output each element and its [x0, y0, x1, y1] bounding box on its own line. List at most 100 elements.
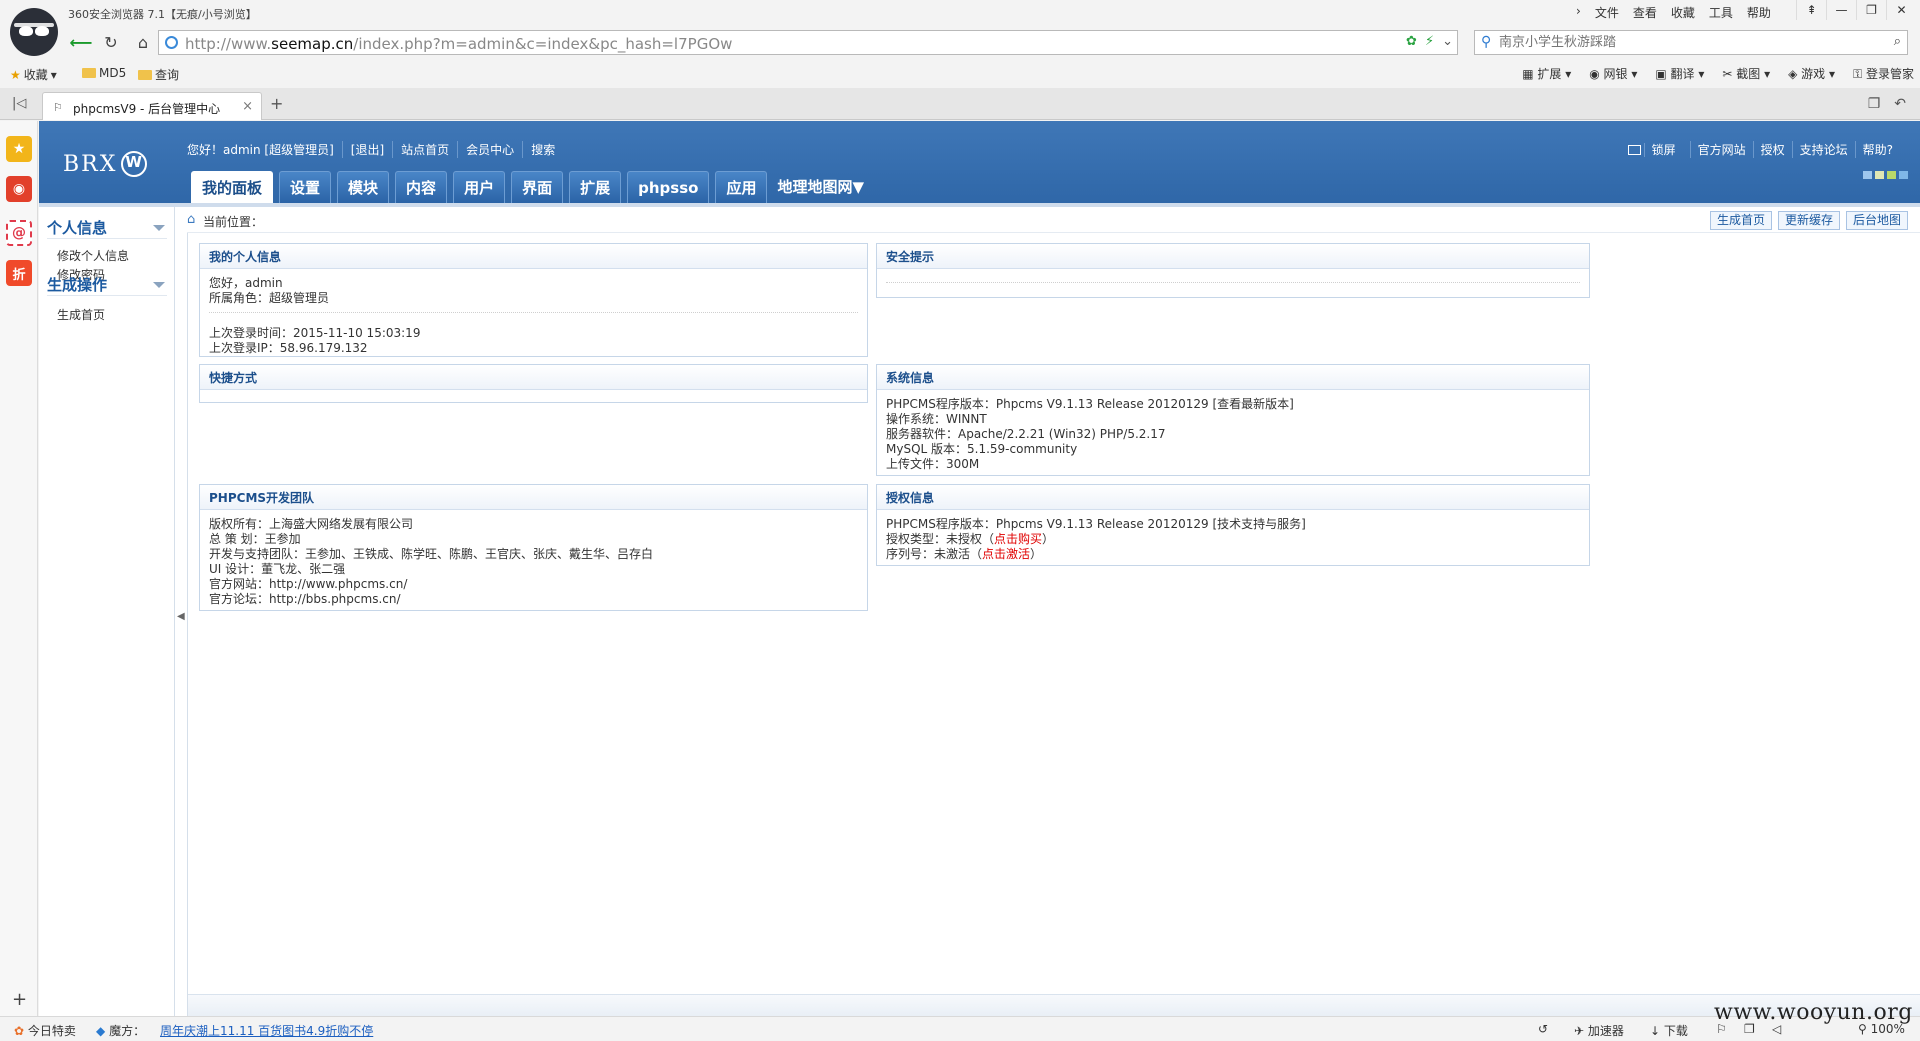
help-link[interactable]: 帮助?	[1854, 141, 1900, 158]
tab-phpcms[interactable]: ⚐ phpcmsV9 - 后台管理中心 ×	[42, 92, 262, 120]
activate-link[interactable]: 点击激活	[982, 547, 1030, 561]
restore-button[interactable]: ❐	[1856, 0, 1886, 20]
home-icon[interactable]: ⌂	[187, 212, 195, 227]
cms-user-links: 您好！admin [超级管理员] [退出] 站点首页 会员中心 搜索	[187, 141, 563, 158]
speed-mode-icon[interactable]: ⚡	[1425, 34, 1434, 49]
mysql-version: MySQL 版本：5.1.59-community	[886, 442, 1078, 456]
daily-deals[interactable]: ✿ 今日特卖	[14, 1022, 76, 1039]
official-forum[interactable]: 官方论坛：http://bbs.phpcms.cn/	[209, 592, 858, 607]
tab-interface[interactable]: 界面	[511, 171, 564, 203]
tab-modules[interactable]: 模块	[337, 171, 390, 203]
menu-view[interactable]: 查看	[1633, 4, 1657, 21]
magic-cube[interactable]: ◆ 魔方：	[96, 1022, 145, 1039]
skin-switcher	[1863, 171, 1908, 179]
menu-help[interactable]: 帮助	[1747, 4, 1771, 21]
bookmark-md5[interactable]: MD5	[82, 66, 126, 80]
accelerator[interactable]: ✈ 加速器	[1574, 1022, 1624, 1039]
ext-translate[interactable]: ▣ 翻译 ▾	[1655, 65, 1704, 82]
ext-login-manager[interactable]: ⚿ 登录管家	[1853, 65, 1914, 82]
browser-logo-icon[interactable]	[10, 8, 58, 56]
skin-swatch[interactable]	[1887, 171, 1896, 179]
ext-extensions[interactable]: ▦ 扩展 ▾	[1522, 65, 1571, 82]
ext-games[interactable]: ◈ 游戏 ▾	[1788, 65, 1835, 82]
tab-extensions[interactable]: 扩展	[569, 171, 622, 203]
new-tab-icon[interactable]: +	[270, 94, 283, 113]
skin-icon[interactable]: ⇞	[1796, 0, 1826, 20]
official-site-link[interactable]: 官方网站	[1689, 141, 1753, 158]
panel-title: 授权信息	[877, 485, 1589, 510]
back-icon[interactable]: ⟵	[70, 31, 93, 53]
admin-map-button[interactable]: 后台地图	[1845, 211, 1908, 230]
tab-settings[interactable]: 设置	[279, 171, 332, 203]
security-shield-icon[interactable]: ✿	[1406, 34, 1417, 49]
add-sidebar-icon[interactable]: +	[12, 989, 27, 1010]
address-url[interactable]: http://www.seemap.cn/index.php?m=admin&c…	[185, 35, 732, 53]
generate-home-button[interactable]: 生成首页	[1709, 211, 1772, 230]
tab-list-icon[interactable]: ❐	[1868, 96, 1881, 112]
official-website[interactable]: 官方网站：http://www.phpcms.cn/	[209, 577, 858, 592]
sidebar-toggle-icon[interactable]: |◁	[12, 96, 26, 111]
logout-link[interactable]: [退出]	[341, 141, 392, 158]
ext-banking[interactable]: ◉ 网银 ▾	[1589, 65, 1637, 82]
search-link[interactable]: 搜索	[522, 141, 563, 158]
minimize-button[interactable]: —	[1826, 0, 1856, 20]
search-input[interactable]	[1499, 33, 1869, 52]
update-cache-button[interactable]: 更新缓存	[1777, 211, 1840, 230]
buy-license-link[interactable]: 点击购买	[994, 532, 1042, 546]
profile-greeting: 您好，admin	[209, 276, 283, 290]
sidebar-item-generate-home[interactable]: 生成首页	[57, 306, 105, 323]
tab-users[interactable]: 用户	[453, 171, 506, 203]
sidebar-collapse-icon[interactable]: ◀	[177, 611, 185, 622]
refresh-icon[interactable]: ↻	[100, 31, 122, 53]
tab-my-panel[interactable]: 我的面板	[191, 171, 274, 203]
menu-tools[interactable]: 工具	[1709, 4, 1733, 21]
tab-title: phpcmsV9 - 后台管理中心	[73, 102, 221, 116]
favorites-star-icon[interactable]: ★	[6, 136, 32, 162]
cms-main-nav: 我的面板 设置 模块 内容 用户 界面 扩展 phpsso 应用 地理地图网▼	[191, 171, 868, 203]
forum-link[interactable]: 支持论坛	[1791, 141, 1855, 158]
tab-close-icon[interactable]: ×	[242, 99, 253, 114]
close-window-button[interactable]: ✕	[1886, 0, 1916, 20]
sidebar-item-edit-profile[interactable]: 修改个人信息	[57, 247, 129, 264]
wooyun-watermark: www.wooyun.org	[1714, 1000, 1913, 1025]
monitor-icon	[1627, 145, 1641, 155]
tab-content[interactable]: 内容	[395, 171, 448, 203]
skin-swatch[interactable]	[1863, 171, 1872, 179]
downloads[interactable]: ↓ 下载	[1650, 1022, 1688, 1039]
compat-mode-icon[interactable]: ↺	[1538, 1022, 1548, 1036]
ext-screenshot[interactable]: ✂ 截图 ▾	[1722, 65, 1770, 82]
home-icon[interactable]: ⌂	[132, 31, 154, 53]
weibo-icon[interactable]: ◉	[6, 176, 32, 202]
tab-apps[interactable]: 应用	[715, 171, 768, 203]
skin-swatch[interactable]	[1899, 171, 1908, 179]
tab-phpsso[interactable]: phpsso	[627, 171, 710, 203]
menu-chevron-icon[interactable]: ›	[1576, 4, 1581, 21]
menu-favorites[interactable]: 收藏	[1671, 4, 1695, 21]
promo-link[interactable]: 周年庆潮上11.11 百货图书4.9折购不停	[160, 1022, 373, 1039]
undo-close-icon[interactable]: ↶	[1894, 96, 1906, 112]
skin-swatch[interactable]	[1875, 171, 1884, 179]
search-engine-icon[interactable]: ⚲	[1481, 34, 1491, 50]
dev-support-team: 开发与支持团队：王参加、王铁成、陈学旺、陈鹏、王官庆、张庆、戴生华、吕存白	[209, 547, 654, 561]
license-link[interactable]: 授权	[1752, 141, 1792, 158]
discount-icon[interactable]: 折	[6, 260, 32, 286]
mail-icon[interactable]: @	[6, 220, 32, 246]
lock-screen-link[interactable]: 锁屏	[1621, 141, 1690, 158]
divider	[886, 282, 1580, 283]
address-bar[interactable]: http://www.seemap.cn/index.php?m=admin&c…	[158, 30, 1458, 55]
sidebar-section-generate[interactable]: 生成操作	[47, 274, 167, 296]
cms-header: BRX 您好！admin [超级管理员] [退出] 站点首页 会员中心 搜索 锁…	[39, 121, 1920, 203]
last-login-time: 上次登录时间：2015-11-10 15:03:19	[209, 326, 421, 340]
menu-file[interactable]: 文件	[1595, 4, 1619, 21]
bookmark-favorites[interactable]: ★ 收藏 ▾	[10, 66, 57, 83]
sidebar-section-personal[interactable]: 个人信息	[47, 217, 167, 239]
search-icon[interactable]: ⌕	[1894, 34, 1901, 49]
site-home-link[interactable]: 站点首页	[392, 141, 457, 158]
site-dropdown[interactable]: 地理地图网▼	[773, 171, 868, 203]
member-center-link[interactable]: 会员中心	[457, 141, 522, 158]
bookmark-query[interactable]: 查询	[138, 66, 179, 83]
cms-right-links: 锁屏 官方网站 授权 支持论坛 帮助?	[1621, 141, 1900, 158]
content-footer-bar	[188, 994, 1920, 1016]
address-dropdown-icon[interactable]: ⌄	[1442, 34, 1453, 49]
ui-designers: UI 设计：董飞龙、张二强	[209, 562, 346, 576]
